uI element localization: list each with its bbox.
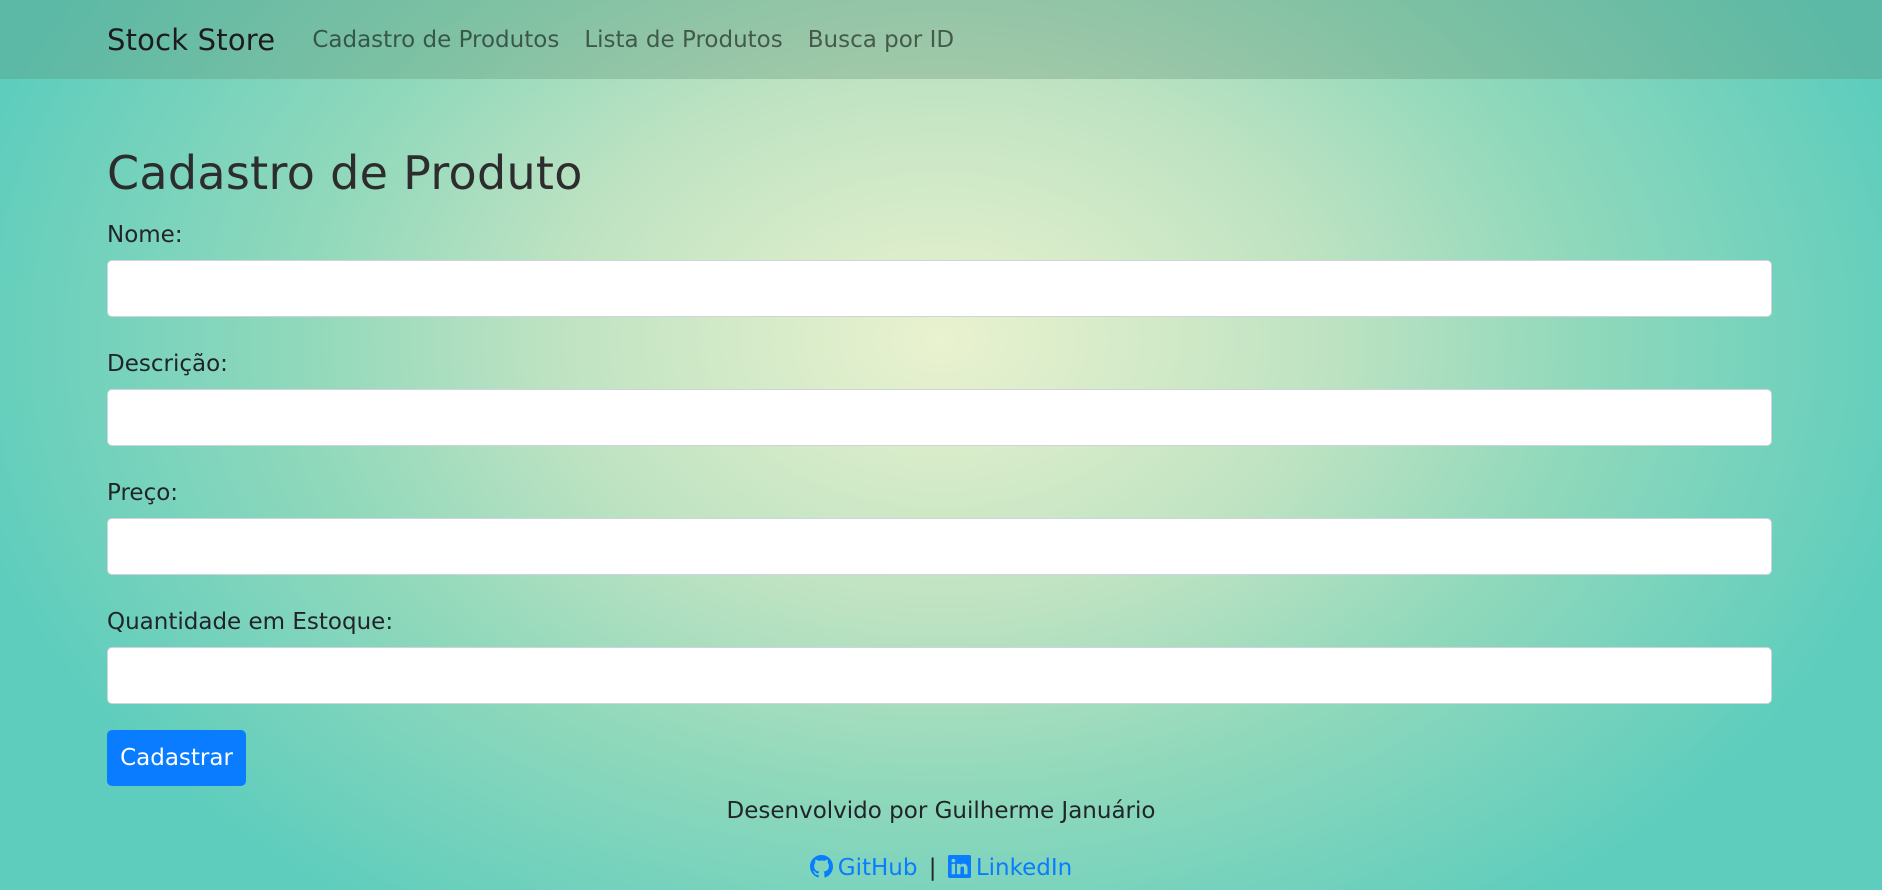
linkedin-link[interactable]: LinkedIn (947, 855, 1073, 881)
footer-credit: Desenvolvido por Guilherme Januário (726, 798, 1156, 824)
preco-input[interactable] (107, 518, 1772, 575)
page-title: Cadastro de Produto (107, 146, 583, 200)
main-content: Cadastro de Produto Nome: Descrição: Pre… (107, 150, 1772, 786)
nav-link-cadastro[interactable]: Cadastro de Produtos (312, 27, 559, 53)
github-label: GitHub (837, 855, 918, 881)
form-group-nome: Nome: (107, 220, 1772, 317)
quantidade-input[interactable] (107, 647, 1772, 704)
top-navbar: Stock Store Cadastro de Produtos Lista d… (0, 0, 1882, 79)
navbar-brand[interactable]: Stock Store (107, 23, 275, 57)
quantidade-label: Quantidade em Estoque: (107, 609, 394, 635)
descricao-input[interactable] (107, 389, 1772, 446)
form-group-descricao: Descrição: (107, 349, 1772, 446)
github-icon (809, 855, 833, 878)
nome-input[interactable] (107, 260, 1772, 317)
nome-label: Nome: (107, 222, 183, 248)
preco-label: Preço: (107, 480, 179, 506)
nav-link-busca[interactable]: Busca por ID (808, 27, 954, 53)
footer-links: GitHub | LinkedIn (0, 855, 1882, 881)
nav-link-lista[interactable]: Lista de Produtos (584, 27, 782, 53)
descricao-label: Descrição: (107, 351, 228, 377)
form-group-preco: Preço: (107, 478, 1772, 575)
github-link[interactable]: GitHub (809, 855, 925, 881)
linkedin-icon (947, 855, 971, 878)
linkedin-label: LinkedIn (975, 855, 1073, 881)
form-group-quantidade: Quantidade em Estoque: (107, 607, 1772, 704)
footer-separator: | (928, 855, 937, 881)
product-form: Nome: Descrição: Preço: Quantidade em Es… (107, 220, 1772, 786)
page-footer: Desenvolvido por Guilherme Januário GitH… (0, 798, 1882, 881)
cadastrar-button[interactable]: Cadastrar (107, 730, 246, 786)
